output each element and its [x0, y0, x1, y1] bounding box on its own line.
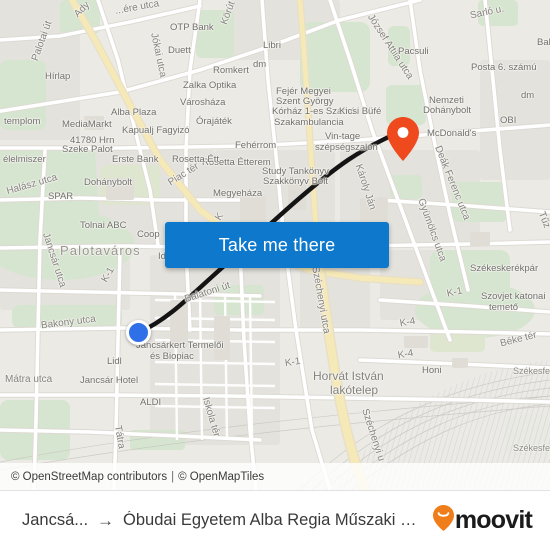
origin-marker[interactable]	[126, 320, 151, 345]
moovit-wordmark: moovit	[454, 506, 533, 534]
take-me-there-button[interactable]: Take me there	[165, 222, 389, 268]
destination-label: Óbudai Egyetem Alba Regia Műszaki Kar ..…	[123, 511, 425, 529]
moovit-map-screen: Palotai út Ady Jókai utca ...ére utca OTP Ba…	[0, 0, 550, 550]
map-attribution: © OpenStreetMap contributors | © OpenMap…	[0, 463, 550, 490]
moovit-logo[interactable]: moovit	[432, 505, 533, 536]
openmaptiles-attribution-link[interactable]: © OpenMapTiles	[178, 471, 264, 483]
route-footer-bar: Jancsá... → Óbudai Egyetem Alba Regia Mű…	[0, 490, 550, 550]
destination-marker[interactable]	[387, 117, 419, 161]
route-summary[interactable]: Jancsá... → Óbudai Egyetem Alba Regia Mű…	[22, 511, 425, 531]
attribution-separator: |	[171, 470, 175, 483]
origin-label: Jancsá...	[22, 511, 89, 529]
map-canvas[interactable]: Palotai út Ady Jókai utca ...ére utca OTP Ba…	[0, 0, 550, 490]
arrow-right-icon: →	[97, 510, 115, 530]
moovit-pin-icon	[432, 505, 454, 536]
osm-attribution-link[interactable]: © OpenStreetMap contributors	[11, 471, 167, 483]
